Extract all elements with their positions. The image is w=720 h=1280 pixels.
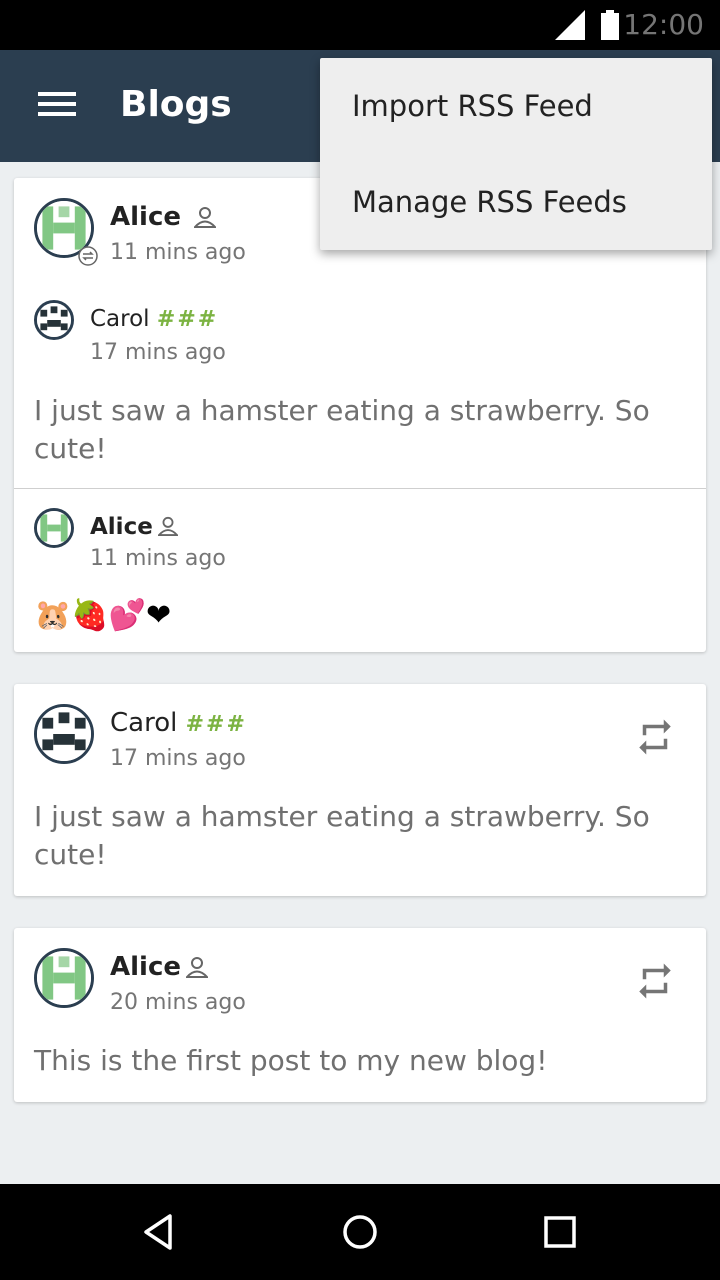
recents-icon[interactable] [536, 1208, 584, 1256]
post-time: 11 mins ago [110, 240, 246, 265]
divider [14, 488, 706, 489]
author-name[interactable]: Alice [110, 202, 181, 232]
back-icon[interactable] [136, 1208, 184, 1256]
comment-text: 🐹🍓💕❤ [34, 598, 172, 633]
repost-icon[interactable] [634, 960, 676, 1002]
avatar[interactable] [34, 300, 74, 340]
navigation-bar [0, 1184, 720, 1280]
post-time: 20 mins ago [110, 990, 246, 1015]
overflow-menu: Import RSS Feed Manage RSS Feeds [320, 58, 712, 250]
original-author-name[interactable]: Carol ### [90, 306, 218, 332]
avatar[interactable] [34, 508, 74, 548]
status-bar: 12:00 [0, 0, 720, 50]
status-time: 12:00 [623, 8, 704, 41]
person-icon [186, 957, 208, 978]
battery-icon [601, 10, 619, 40]
avatar[interactable] [34, 704, 94, 764]
person-icon [158, 516, 178, 536]
menu-icon[interactable] [30, 86, 82, 128]
avatar[interactable] [34, 948, 94, 1008]
author-name[interactable]: Alice [110, 952, 181, 982]
post-time: 17 mins ago [110, 746, 246, 771]
post-text: This is the first post to my new blog! [34, 1044, 548, 1077]
feed[interactable]: Alice 11 mins ago Carol ### 17 mins ago … [0, 162, 720, 1184]
network-badge: ### [156, 307, 219, 332]
author-name: Carol [90, 306, 150, 332]
person-icon [194, 207, 216, 228]
page-title: Blogs [120, 84, 232, 125]
repost-icon [78, 246, 98, 266]
menu-item-manage-rss[interactable]: Manage RSS Feeds [320, 154, 712, 250]
repost-icon[interactable] [634, 716, 676, 758]
comment-author-name[interactable]: Alice [90, 514, 153, 540]
menu-item-import-rss[interactable]: Import RSS Feed [320, 58, 712, 154]
signal-icon [555, 10, 585, 40]
post-card[interactable]: Alice 20 mins ago This is the first post… [14, 928, 706, 1102]
post-text: I just saw a hamster eating a strawberry… [34, 800, 650, 871]
post-text: I just saw a hamster eating a strawberry… [34, 394, 650, 465]
post-time: 11 mins ago [90, 546, 226, 571]
network-badge: ### [185, 712, 247, 737]
home-icon[interactable] [336, 1208, 384, 1256]
post-card[interactable]: Carol ### 17 mins ago I just saw a hamst… [14, 684, 706, 896]
author-name-row[interactable]: Carol ### [110, 708, 247, 738]
author-name: Carol [110, 708, 178, 738]
post-time: 17 mins ago [90, 340, 226, 365]
